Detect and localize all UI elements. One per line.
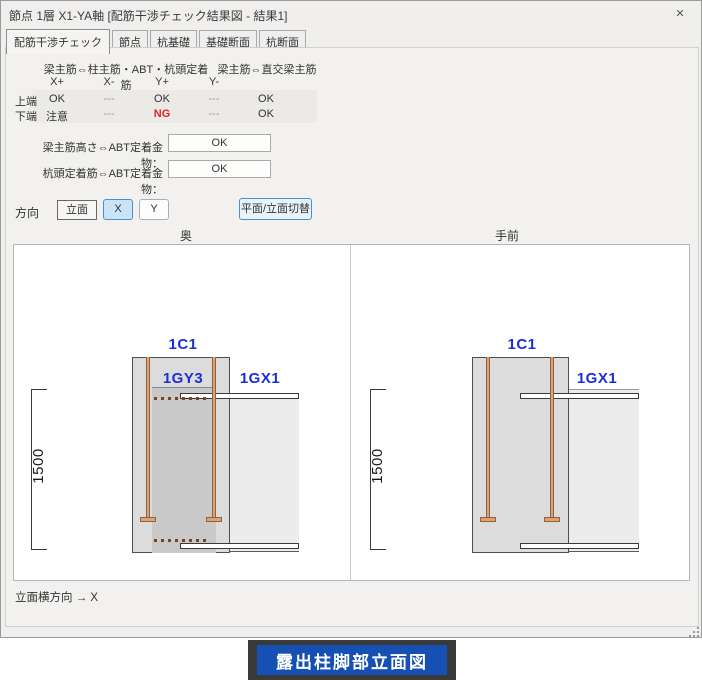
left-view-title: 奥 <box>171 227 201 244</box>
right-column-label: 1C1 <box>492 336 552 353</box>
tab-haikin-kansho-check[interactable]: 配筋干渉チェック <box>6 29 110 54</box>
right-anchor-bolt <box>486 357 490 517</box>
axis-y-button[interactable]: Y <box>139 199 169 220</box>
left-side-beam-region <box>230 395 299 552</box>
result-cell: --- <box>84 108 134 120</box>
left-beam-gx1-label: 1GX1 <box>228 370 292 387</box>
right-dimension-tick-bottom <box>370 549 386 550</box>
right-dimension-value: 1500 <box>370 436 386 496</box>
right-side-beam-region <box>569 389 639 552</box>
group-header-cross-beam: 梁主筋⇔直交梁主筋 <box>211 61 323 77</box>
resize-grip-icon[interactable] <box>689 627 699 637</box>
caption-text: 露出柱脚部立面図 <box>276 648 428 673</box>
col-header-y-plus: Y+ <box>137 76 187 88</box>
result-cell: --- <box>189 108 239 120</box>
elevation-drawing-area: 1500 1C1 1GY3 1GX1 1500 <box>13 244 690 581</box>
left-top-rebar-dots <box>154 397 206 400</box>
right-view-title: 手前 <box>489 227 525 244</box>
left-beam-gy3-label: 1GY3 <box>150 370 216 387</box>
left-dimension-tick-bottom <box>31 549 47 550</box>
result-cell: 注意 <box>32 108 82 124</box>
anchor-check-result-pile: OK <box>168 160 271 178</box>
window-title: 節点 1層 X1-YA軸 [配筋干渉チェック結果図 - 結果1] <box>9 7 287 24</box>
right-beam-top-bars <box>520 393 639 399</box>
col-header-x-plus: X+ <box>32 76 82 88</box>
right-beam-gx1-label: 1GX1 <box>565 370 629 387</box>
title-bar: 節点 1層 X1-YA軸 [配筋干渉チェック結果図 - 結果1] × <box>1 1 701 25</box>
caption-badge: 露出柱脚部立面図 <box>257 645 447 675</box>
direction-label: 方向 <box>15 204 39 221</box>
result-cell: OK <box>32 93 82 105</box>
left-beam-bottom-bars <box>180 543 299 549</box>
left-dimension-value: 1500 <box>31 436 47 496</box>
left-bottom-rebar-dots <box>154 539 206 542</box>
result-cell: --- <box>189 93 239 105</box>
axis-x-button[interactable]: X <box>103 199 133 220</box>
result-cell: OK <box>241 93 291 105</box>
view-divider <box>350 245 351 580</box>
close-icon[interactable]: × <box>669 4 691 24</box>
col-header-x-minus: X- <box>84 76 134 88</box>
caption-frame: 露出柱脚部立面図 <box>248 640 456 680</box>
screenshot-root: 節点 1層 X1-YA軸 [配筋干渉チェック結果図 - 結果1] × 配筋干渉チ… <box>0 0 702 680</box>
dialog-window: 節点 1層 X1-YA軸 [配筋干渉チェック結果図 - 結果1] × 配筋干渉チ… <box>0 0 702 638</box>
result-cell: NG <box>137 108 187 120</box>
col-header-y-minus: Y- <box>189 76 239 88</box>
right-anchor-bolt <box>550 357 554 517</box>
elevation-direction-note: 立面横方向 → X <box>15 589 98 605</box>
left-anchor-plate <box>140 517 156 522</box>
view-mode-display: 立面 <box>57 200 97 220</box>
left-front-beam-face <box>152 387 216 553</box>
right-dimension-tick-top <box>370 389 386 390</box>
plan-elevation-toggle-button[interactable]: 平面/立面切替 <box>239 198 312 220</box>
right-beam-bottom-bars <box>520 543 639 549</box>
anchor-check-result-beam: OK <box>168 134 271 152</box>
left-anchor-plate <box>206 517 222 522</box>
right-anchor-plate <box>480 517 496 522</box>
right-anchor-plate <box>544 517 560 522</box>
result-cell: --- <box>84 93 134 105</box>
anchor-check-label-pile: 杭頭定着筋⇔ABT定着金物： <box>21 165 163 197</box>
result-cell: OK <box>241 108 291 120</box>
left-dimension-tick-top <box>31 389 47 390</box>
left-column-label: 1C1 <box>153 336 213 353</box>
result-cell: OK <box>137 93 187 105</box>
